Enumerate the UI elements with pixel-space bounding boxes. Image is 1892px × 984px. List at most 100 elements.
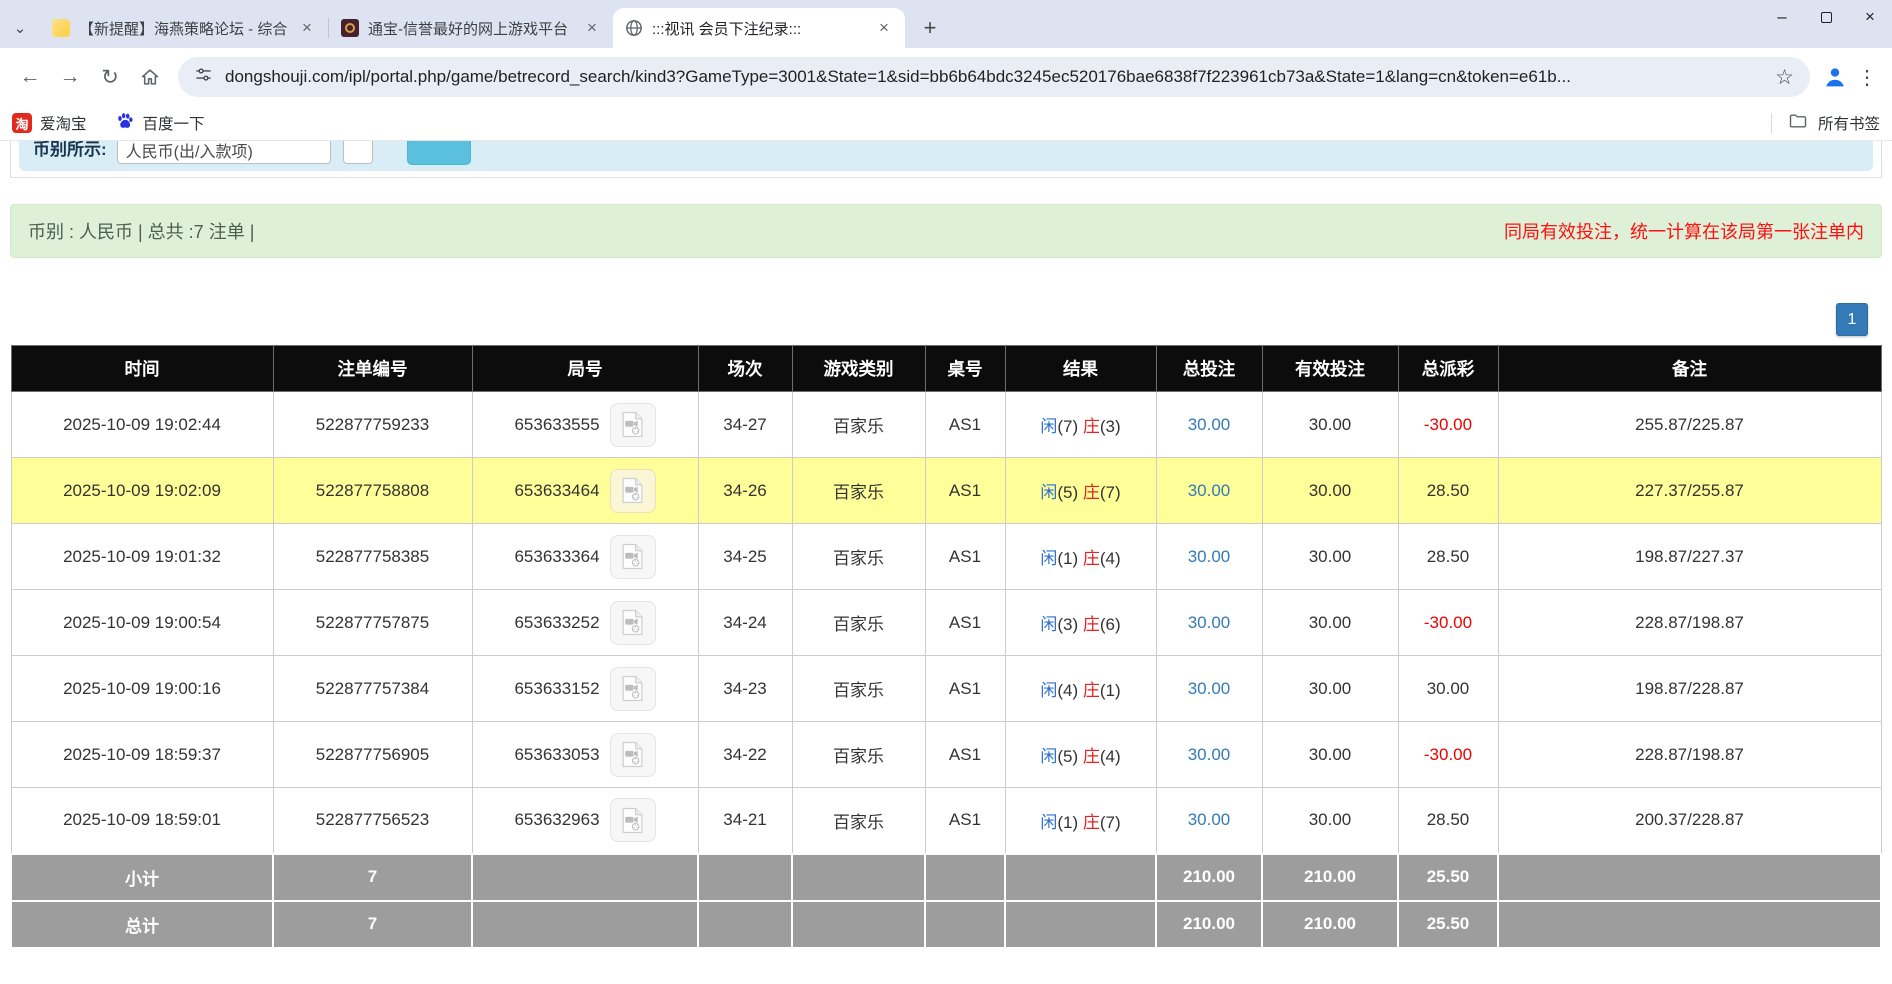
footer-cell: [698, 901, 792, 948]
site-settings-icon[interactable]: [194, 65, 213, 89]
page-1-button[interactable]: 1: [1836, 303, 1868, 336]
tab-close-icon[interactable]: ×: [583, 19, 601, 37]
total-bet-cell: 30.00: [1156, 788, 1262, 854]
column-header: 有效投注: [1262, 346, 1398, 392]
tab-close-icon[interactable]: ×: [298, 19, 316, 37]
maximize-button[interactable]: [1804, 0, 1848, 34]
bookmark-star-icon[interactable]: ☆: [1775, 65, 1794, 90]
video-replay-button[interactable]: [610, 733, 656, 777]
table-no-cell: AS1: [925, 590, 1005, 656]
result-player-value: (4): [1057, 681, 1078, 700]
column-header: 注单编号: [273, 346, 472, 392]
valid-bet-cell: 30.00: [1262, 458, 1398, 524]
table-no-cell: AS1: [925, 458, 1005, 524]
result-banker-value: (4): [1100, 549, 1121, 568]
result-cell: 闲(1) 庄(4): [1005, 524, 1156, 590]
session-cell: 34-22: [698, 722, 792, 788]
result-banker-value: (7): [1100, 483, 1121, 502]
footer-cell: [472, 901, 698, 948]
summary-info-text: 币别 : 人民币 | 总共 :7 注单 |: [28, 218, 254, 244]
new-tab-button[interactable]: +: [913, 11, 947, 45]
result-player-label: 闲: [1040, 681, 1057, 700]
search-button[interactable]: [407, 141, 471, 165]
window-close-button[interactable]: ×: [1848, 0, 1892, 34]
footer-cell: [792, 901, 925, 948]
payout-cell: -30.00: [1398, 722, 1498, 788]
window-controls: – ×: [1760, 0, 1892, 34]
tab-forum[interactable]: 【新提醒】海燕策略论坛 - 综合 ×: [40, 8, 328, 48]
bookmark-label: 百度一下: [143, 112, 205, 134]
table-foot: 小计7210.00210.0025.50总计7210.00210.0025.50: [11, 854, 1881, 948]
video-replay-button[interactable]: [610, 535, 656, 579]
tab-tongbao[interactable]: 通宝-信誉最好的网上游戏平台 ×: [329, 8, 613, 48]
column-header: 局号: [472, 346, 698, 392]
round-cell: 653633555: [472, 392, 698, 458]
footer-cell: [925, 854, 1005, 901]
time-cell: 2025-10-09 19:02:44: [11, 392, 273, 458]
forward-button[interactable]: →: [50, 57, 90, 97]
round-number: 653633152: [514, 679, 599, 698]
round-number: 653633053: [514, 745, 599, 764]
tab-close-icon[interactable]: ×: [875, 19, 893, 37]
result-player-value: (3): [1057, 615, 1078, 634]
round-cell: 653633152: [472, 656, 698, 722]
table-body: 2025-10-09 19:02:44522877759233653633555…: [11, 392, 1881, 854]
round-cell: 653633252: [472, 590, 698, 656]
valid-bet-cell: 30.00: [1262, 656, 1398, 722]
all-bookmarks-label[interactable]: 所有书签: [1818, 112, 1880, 134]
video-replay-button[interactable]: [610, 667, 656, 711]
currency-filter-label: 币别所示:: [33, 141, 107, 160]
bookmark-baidu[interactable]: 百度一下: [115, 111, 205, 136]
back-button[interactable]: ←: [10, 57, 50, 97]
url-text[interactable]: dongshouji.com/ipl/portal.php/game/betre…: [225, 67, 1763, 87]
column-header: 总派彩: [1398, 346, 1498, 392]
bet-no-cell: 522877758808: [273, 458, 472, 524]
footer-cell: 210.00: [1156, 901, 1262, 948]
total-row: 总计7210.00210.0025.50: [11, 901, 1881, 948]
video-replay-button[interactable]: [610, 798, 656, 842]
footer-cell: [1005, 854, 1156, 901]
currency-select[interactable]: 人民币(出/入款项): [117, 141, 331, 164]
browser-menu-icon[interactable]: ⋮: [1852, 60, 1882, 94]
tab-separator: [328, 18, 329, 38]
result-banker-label: 庄: [1083, 681, 1100, 700]
result-banker-label: 庄: [1083, 483, 1100, 502]
table-row: 2025-10-09 19:01:32522877758385653633364…: [11, 524, 1881, 590]
round-number: 653633555: [514, 415, 599, 434]
video-replay-button[interactable]: [610, 469, 656, 513]
footer-cell: 210.00: [1156, 854, 1262, 901]
table-row: 2025-10-09 18:59:37522877756905653633053…: [11, 722, 1881, 788]
select-dropdown-box[interactable]: [343, 141, 373, 164]
table-no-cell: AS1: [925, 524, 1005, 590]
video-replay-button[interactable]: [610, 601, 656, 645]
bet-no-cell: 522877757384: [273, 656, 472, 722]
bookmarks-bar: 淘 爱淘宝 百度一下 所有书签: [0, 106, 1892, 141]
tab-bet-records-active[interactable]: :::视讯 会员下注纪录::: ×: [613, 8, 905, 48]
footer-cell: 25.50: [1398, 901, 1498, 948]
total-bet-cell: 30.00: [1156, 392, 1262, 458]
filter-form: 币别所示: 人民币(出/入款项): [19, 141, 1873, 171]
video-replay-button[interactable]: [610, 403, 656, 447]
reload-button[interactable]: ↻: [90, 57, 130, 97]
bet-no-cell: 522877756905: [273, 722, 472, 788]
payout-cell: -30.00: [1398, 392, 1498, 458]
result-cell: 闲(5) 庄(7): [1005, 458, 1156, 524]
table-no-cell: AS1: [925, 788, 1005, 854]
profile-avatar[interactable]: [1818, 60, 1852, 94]
home-button[interactable]: [130, 57, 170, 97]
game-type-cell: 百家乐: [792, 392, 925, 458]
tab-search-chevron-icon[interactable]: ⌄: [0, 8, 40, 48]
result-player-value: (1): [1057, 549, 1078, 568]
bookmark-taobao[interactable]: 淘 爱淘宝: [12, 112, 87, 134]
bookmark-label: 爱淘宝: [40, 112, 87, 134]
bet-no-cell: 522877756523: [273, 788, 472, 854]
column-header: 游戏类别: [792, 346, 925, 392]
address-bar[interactable]: dongshouji.com/ipl/portal.php/game/betre…: [178, 57, 1810, 97]
minimize-button[interactable]: –: [1760, 0, 1804, 34]
bet-no-cell: 522877758385: [273, 524, 472, 590]
table-no-cell: AS1: [925, 392, 1005, 458]
result-cell: 闲(4) 庄(1): [1005, 656, 1156, 722]
column-header: 时间: [11, 346, 273, 392]
navigation-bar: ← → ↻ dongshouji.com/ipl/portal.php/game…: [0, 48, 1892, 106]
folder-icon: [1788, 111, 1808, 136]
